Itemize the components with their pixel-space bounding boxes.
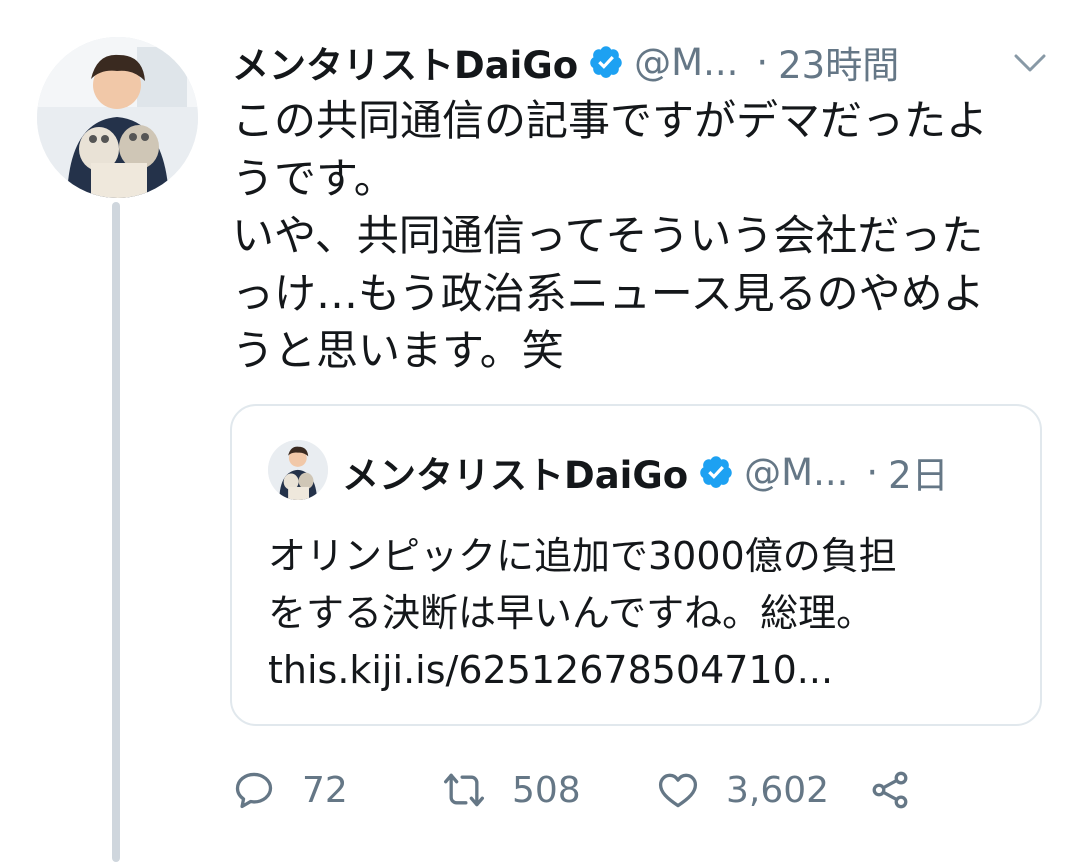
chevron-down-icon[interactable] [1010,42,1050,82]
reply-count: 72 [302,769,348,811]
retweet-button[interactable]: 508 [442,758,581,822]
retweet-count: 508 [512,769,581,811]
verified-badge-icon [700,456,732,488]
separator-dot: · [756,40,769,84]
author-name[interactable]: メンタリストDaiGo [232,35,578,89]
quoted-author-name: メンタリストDaiGo [342,454,689,497]
tweet-timestamp[interactable]: 23時間 [778,35,899,89]
tweet-text-line: いや、共同通信ってそういう会社だった [232,211,984,261]
heart-icon [658,773,698,808]
like-button[interactable]: 3,602 [656,758,829,822]
share-button[interactable] [868,758,912,822]
reply-icon [235,772,273,809]
tweet-header: メンタリストDaiGo @M... · 23時間 [232,32,1052,92]
tweet-text: この共同通信の記事ですがデマだったよ うです。 いや、共同通信ってそういう会社だ… [232,92,1052,380]
reply-button[interactable]: 72 [232,758,348,822]
quoted-tweet-card[interactable]: メンタリストDaiGo @M... · 2日 オリンピックに追加で3000億の負… [230,404,1042,726]
verified-badge-icon [590,46,622,78]
separator-dot: · [866,450,879,494]
tweet-action-bar: 72 508 3,602 [232,758,1052,822]
tweet-text-line: うです。 [232,153,396,203]
quoted-text-line: オリンピックに追加で3000億の負担 [268,534,897,578]
quoted-link[interactable]: this.kiji.is/62512678504710... [268,642,1028,699]
quoted-author-handle: @M... [744,450,849,494]
author-handle[interactable]: @M... [634,41,738,84]
retweet-icon [444,773,484,807]
author-avatar[interactable] [37,37,198,198]
tweet-text-line: うと思います。笑 [232,326,564,376]
tweet-text-line: この共同通信の記事ですがデマだったよ [232,96,989,145]
quoted-author-avatar [268,440,328,500]
quoted-tweet-timestamp: 2日 [888,454,949,497]
thread-line [112,202,120,862]
tweet-text-line: っけ…もう政治系ニュース見るのやめよ [232,268,985,318]
share-icon [872,771,908,809]
quoted-tweet-text: オリンピックに追加で3000億の負担 をする決断は早いんですね。総理。 this… [268,528,1028,699]
like-count: 3,602 [726,769,830,811]
quoted-text-line: をする決断は早いんですね。総理。 [268,591,875,635]
quoted-tweet-header: メンタリストDaiGo @M... · 2日 [342,442,1022,502]
